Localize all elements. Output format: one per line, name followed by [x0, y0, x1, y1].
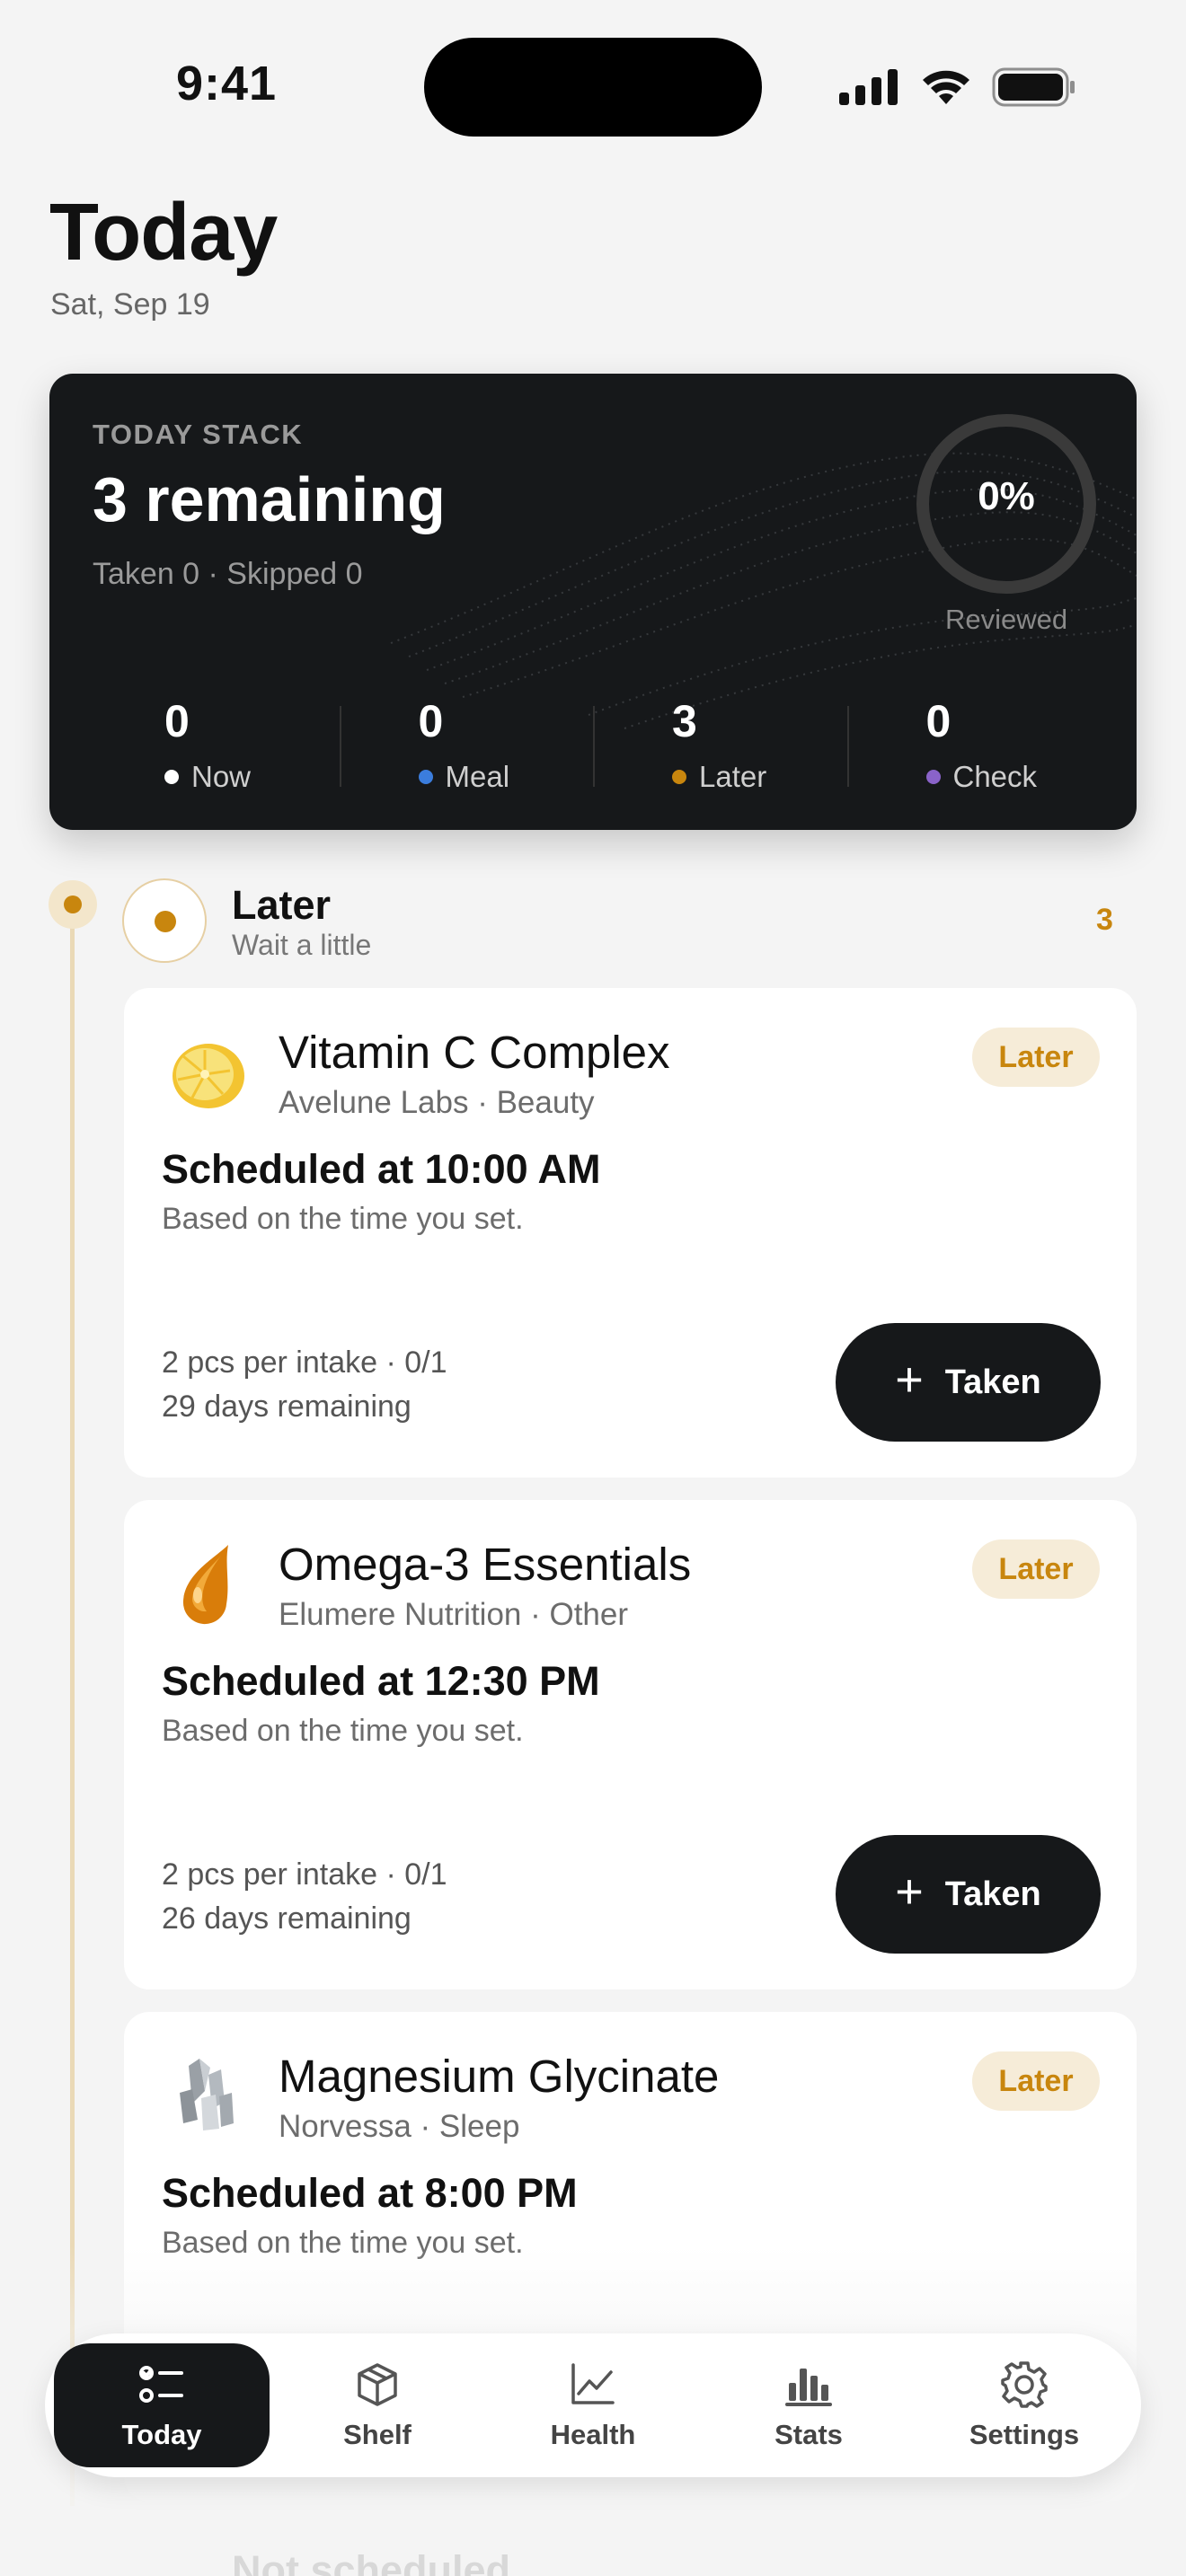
supplement-name: Omega-3 Essentials — [279, 1539, 692, 1590]
stat-later[interactable]: 3 Later — [593, 688, 847, 796]
section-title: Later — [232, 882, 332, 928]
stat-check[interactable]: 0 Check — [846, 688, 1102, 796]
dynamic-island — [424, 38, 762, 137]
tab-today[interactable]: Today — [54, 2343, 270, 2467]
next-section-title: Not scheduled — [232, 2547, 511, 2576]
tab-label: Today — [121, 2419, 202, 2450]
battery-icon — [992, 67, 1075, 107]
plus-icon: + — [895, 1865, 924, 1919]
box-icon — [358, 2363, 397, 2406]
supplement-card[interactable]: Vitamin C Complex Avelune Labs · Beauty … — [124, 988, 1137, 1478]
dose-info: 2 pcs per intake · 0/1 26 days remaining — [162, 1853, 447, 1941]
stat-label: Now — [191, 760, 252, 793]
schedule-basis: Based on the time you set. — [162, 1202, 524, 1236]
tab-health[interactable]: Health — [485, 2343, 701, 2467]
tab-shelf[interactable]: Shelf — [270, 2343, 485, 2467]
page-date: Sat, Sep 19 — [50, 287, 210, 322]
stat-meal[interactable]: 0 Meal — [339, 688, 594, 796]
today-screen: 9:41 Today Sat, Sep 19 TODAY STACK 3 rem… — [0, 0, 1186, 2576]
tab-label: Stats — [774, 2419, 843, 2450]
tab-stats[interactable]: Stats — [701, 2343, 916, 2467]
taken-button[interactable]: + Taken — [836, 1835, 1101, 1954]
chart-line-icon — [571, 2363, 615, 2404]
dose-per-intake: 2 pcs per intake · 0/1 — [162, 1857, 447, 1892]
status-dot — [672, 770, 686, 784]
days-remaining: 26 days remaining — [162, 1901, 412, 1936]
status-dot — [925, 770, 941, 784]
progress-percent: 0% — [978, 474, 1035, 518]
bar-chart-icon — [785, 2369, 832, 2406]
stat-value: 0 — [164, 696, 190, 746]
supplement-name: Magnesium Glycinate — [279, 2051, 720, 2102]
progress-label: Reviewed — [944, 604, 1068, 635]
taken-button[interactable]: + Taken — [836, 1323, 1101, 1442]
status-dot — [164, 770, 179, 784]
lemon-icon — [173, 1044, 244, 1108]
schedule-time: Scheduled at 12:30 PM — [162, 1658, 600, 1704]
supplement-meta: Avelune Labs · Beauty — [279, 1085, 595, 1120]
wifi-icon — [923, 70, 969, 104]
section-subtitle: Wait a little — [232, 929, 372, 961]
tab-settings[interactable]: Settings — [916, 2343, 1132, 2467]
status-badge: Later — [972, 1028, 1100, 1087]
plus-icon: + — [895, 1353, 924, 1407]
dose-per-intake: 2 pcs per intake · 0/1 — [162, 1345, 447, 1380]
stat-value: 0 — [925, 696, 951, 746]
today-stack-card[interactable]: TODAY STACK 3 remaining Taken 0 · Skippe… — [49, 374, 1137, 830]
status-dot — [418, 770, 433, 784]
stat-value: 0 — [418, 696, 444, 746]
status-badge: Later — [972, 2051, 1100, 2111]
remaining-count: 3 remaining — [93, 464, 446, 534]
schedule-time: Scheduled at 10:00 AM — [162, 1146, 601, 1192]
dose-info: 2 pcs per intake · 0/1 29 days remaining — [162, 1341, 447, 1429]
supplement-meta: Elumere Nutrition · Other — [279, 1597, 629, 1632]
taken-button-label: Taken — [944, 1875, 1041, 1913]
taken-button-label: Taken — [944, 1363, 1041, 1401]
status-time: 9:41 — [176, 57, 278, 110]
schedule-time: Scheduled at 8:00 PM — [162, 2170, 578, 2216]
status-badge: Later — [972, 1539, 1100, 1599]
checklist-icon — [139, 2366, 183, 2403]
stat-label: Later — [699, 760, 767, 793]
supplement-name: Vitamin C Complex — [279, 1027, 670, 1078]
supplement-card[interactable]: Omega-3 Essentials Elumere Nutrition · O… — [124, 1500, 1137, 1989]
status-icons — [839, 65, 1076, 110]
hero-label: TODAY STACK — [93, 419, 304, 450]
tab-label: Health — [550, 2419, 636, 2450]
stat-now[interactable]: 0 Now — [85, 688, 340, 796]
days-remaining: 29 days remaining — [162, 1389, 412, 1424]
crystal-icon — [180, 2059, 234, 2130]
taken-skipped-summary: Taken 0 · Skipped 0 — [93, 557, 363, 591]
tab-label: Shelf — [343, 2419, 412, 2450]
schedule-basis: Based on the time you set. — [162, 1714, 524, 1748]
stat-label: Meal — [445, 760, 510, 793]
timeline-node — [49, 880, 97, 929]
section-count: 3 — [1096, 903, 1113, 937]
stat-value: 3 — [672, 696, 697, 746]
oil-drop-icon — [182, 1545, 228, 1625]
page-title: Today — [49, 188, 278, 278]
cellular-signal-icon — [839, 69, 898, 105]
later-section-icon — [122, 878, 207, 963]
status-stats: 0 Now 0 Meal 3 Later 0 Check — [49, 688, 1137, 796]
stat-label: Check — [952, 760, 1038, 793]
tab-bar: Today Shelf Health Stats Settings — [45, 2333, 1141, 2477]
supplement-meta: Norvessa · Sleep — [279, 2109, 520, 2144]
gear-icon — [1001, 2361, 1048, 2408]
tab-label: Settings — [969, 2419, 1080, 2450]
